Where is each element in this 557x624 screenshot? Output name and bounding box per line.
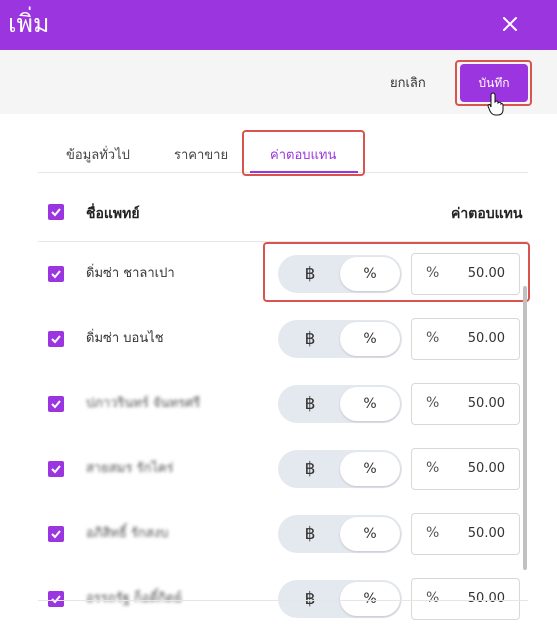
- table-row: ดิ่มซ่า บอนไช ฿ % % 50.00: [0, 306, 540, 371]
- check-icon: [51, 270, 61, 279]
- baht-option[interactable]: ฿: [280, 257, 340, 291]
- table-row: สายสมร รักไคร่ ฿ % % 50.00: [0, 436, 540, 501]
- doctor-name: อรรถรัฐ ก็อดิ์กิตย์: [86, 591, 182, 606]
- table-row: ดิ่มซ่า ชาลาเปา ฿ % % 50.00: [0, 241, 540, 306]
- baht-option[interactable]: ฿: [280, 452, 340, 486]
- rate-value: 50.00: [467, 331, 505, 346]
- baht-option[interactable]: ฿: [280, 322, 340, 356]
- rate-input[interactable]: % 50.00: [411, 448, 520, 490]
- row-checkbox[interactable]: [48, 526, 64, 542]
- percent-option[interactable]: %: [340, 452, 400, 486]
- table-row: อภิสิทธิ์ รักสงบ ฿ % % 50.00: [0, 501, 540, 566]
- rate-input[interactable]: % 50.00: [411, 578, 520, 620]
- baht-option[interactable]: ฿: [280, 387, 340, 421]
- unit-toggle: ฿ %: [278, 450, 402, 488]
- baht-option[interactable]: ฿: [280, 582, 340, 616]
- check-icon: [51, 530, 61, 539]
- unit-toggle: ฿ %: [278, 320, 402, 358]
- percent-icon: %: [426, 395, 440, 411]
- cancel-button[interactable]: ยกเลิก: [390, 72, 426, 93]
- select-all-checkbox[interactable]: [48, 204, 64, 220]
- doctor-name: อภิสิทธิ์ รักสงบ: [86, 526, 169, 541]
- rate-value: 50.00: [467, 461, 505, 476]
- unit-toggle: ฿ %: [278, 515, 402, 553]
- tab-general[interactable]: ข้อมูลทั่วไป: [66, 144, 130, 165]
- percent-option[interactable]: %: [340, 387, 400, 421]
- rate-value: 50.00: [467, 266, 505, 281]
- check-icon: [51, 465, 61, 474]
- check-icon: [51, 595, 61, 604]
- rate-value: 50.00: [467, 526, 505, 541]
- percent-icon: %: [426, 525, 440, 541]
- tab-price[interactable]: ราคาขาย: [174, 144, 228, 165]
- check-icon: [51, 335, 61, 344]
- row-checkbox[interactable]: [48, 461, 64, 477]
- hand-cursor-icon: [487, 92, 504, 116]
- percent-icon: %: [426, 460, 440, 476]
- percent-option[interactable]: %: [340, 257, 400, 291]
- unit-toggle: ฿ %: [278, 580, 402, 618]
- close-button[interactable]: [494, 8, 526, 40]
- column-header-name: ชื่อแพทย์: [86, 206, 140, 222]
- doctor-name: สายสมร รักไคร่: [86, 461, 174, 476]
- percent-option[interactable]: %: [340, 582, 400, 616]
- row-checkbox[interactable]: [48, 266, 64, 282]
- doctor-name: ดิ่มซ่า บอนไช: [86, 331, 164, 346]
- rate-input[interactable]: % 50.00: [411, 253, 520, 295]
- row-checkbox[interactable]: [48, 591, 64, 607]
- unit-toggle: ฿ %: [278, 255, 402, 293]
- check-icon: [51, 400, 61, 409]
- active-tab-indicator: [250, 171, 358, 173]
- list-bottom-divider: [38, 600, 528, 601]
- rate-input[interactable]: % 50.00: [411, 383, 520, 425]
- baht-option[interactable]: ฿: [280, 517, 340, 551]
- percent-option[interactable]: %: [340, 322, 400, 356]
- table-row: ปภาวรินทร์ จันทรศรี ฿ % % 50.00: [0, 371, 540, 436]
- close-icon: [503, 17, 517, 31]
- doctor-name: ดิ่มซ่า ชาลาเปา: [86, 266, 175, 281]
- rate-value: 50.00: [467, 396, 505, 411]
- scrollbar[interactable]: [523, 286, 527, 570]
- column-header-rate: ค่าตอบแทน: [451, 206, 523, 222]
- table-row: อรรถรัฐ ก็อดิ์กิตย์ ฿ % % 50.00: [0, 566, 540, 624]
- dialog-titlebar: เพิ่ม: [0, 0, 557, 50]
- tab-compensation[interactable]: ค่าตอบแทน: [270, 144, 336, 165]
- check-icon: [51, 208, 61, 217]
- row-checkbox[interactable]: [48, 396, 64, 412]
- dialog-title: เพิ่ม: [8, 9, 50, 38]
- row-checkbox[interactable]: [48, 331, 64, 347]
- doctor-name: ปภาวรินทร์ จันทรศรี: [86, 396, 201, 411]
- rate-input[interactable]: % 50.00: [411, 318, 520, 360]
- rate-value: 50.00: [467, 591, 505, 606]
- unit-toggle: ฿ %: [278, 385, 402, 423]
- percent-option[interactable]: %: [340, 517, 400, 551]
- percent-icon: %: [426, 265, 440, 281]
- rate-input[interactable]: % 50.00: [411, 513, 520, 555]
- percent-icon: %: [426, 330, 440, 346]
- percent-icon: %: [426, 590, 440, 606]
